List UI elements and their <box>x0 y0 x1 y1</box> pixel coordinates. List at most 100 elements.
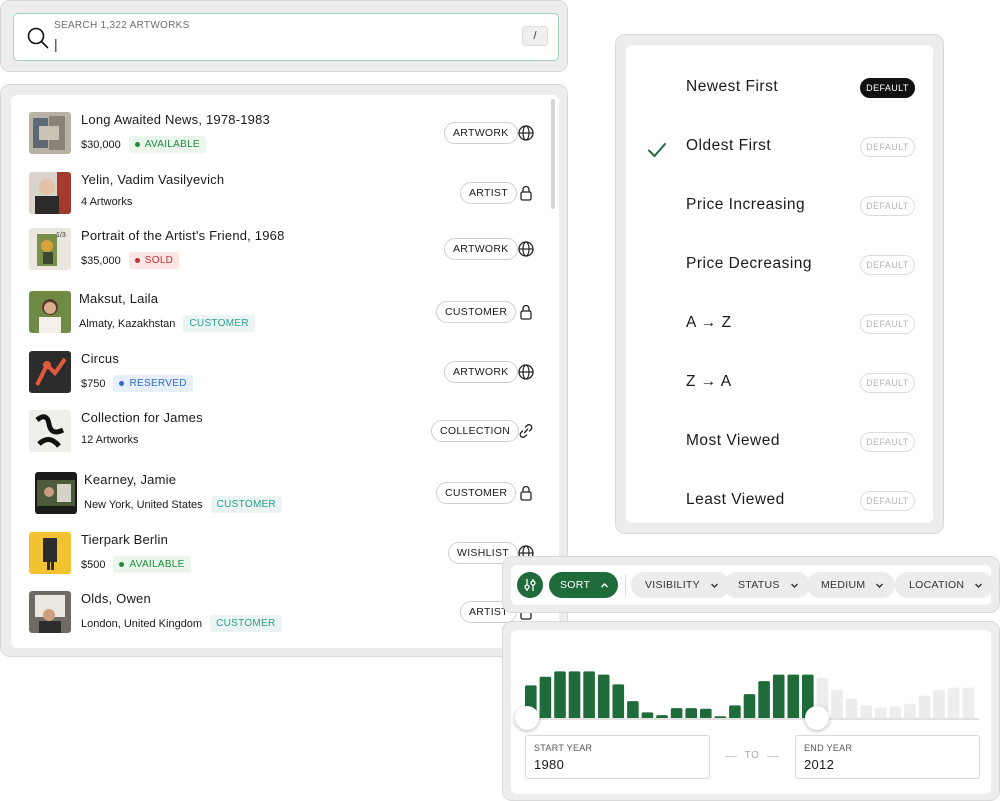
list-item[interactable]: Long Awaited News, 1978-1983 $30,000 AVA… <box>11 106 541 160</box>
end-year-handle[interactable] <box>804 706 829 730</box>
scrollbar-thumb[interactable] <box>551 99 555 209</box>
list-item[interactable]: Collection for James 12 Artworks COLLECT… <box>11 404 541 458</box>
chevron-down-icon <box>975 583 983 588</box>
type-badge: ARTWORK <box>444 361 518 383</box>
list-item[interactable]: Yelin, Vadim Vasilyevich 4 Artworks ARTI… <box>11 166 541 220</box>
search-shortcut-key: / <box>522 26 548 46</box>
default-badge[interactable]: DEFAULT <box>860 373 915 393</box>
default-badge[interactable]: DEFAULT <box>860 78 915 98</box>
sort-menu: Newest First DEFAULT Oldest First DEFAUL… <box>626 45 933 523</box>
list-item[interactable]: Kearney, Jamie New York, United States C… <box>11 466 541 520</box>
sort-option-newest-first[interactable]: Newest First DEFAULT <box>626 65 933 124</box>
filters-toggle-button[interactable] <box>517 572 543 598</box>
histogram-bar <box>568 671 581 720</box>
sort-option-a-to-z[interactable]: A → Z DEFAULT <box>626 301 933 360</box>
filter-bar: SORT VISIBILITY STATUS MEDIUM LOCATION <box>511 565 995 605</box>
status-badge: AVAILABLE <box>113 556 191 573</box>
list-item[interactable]: Maksut, Laila Almaty, Kazakhstan CUSTOME… <box>11 285 541 339</box>
type-badge: ARTWORK <box>444 122 518 144</box>
item-location: Almaty, Kazakhstan <box>79 317 176 330</box>
item-title: Yelin, Vadim Vasilyevich <box>81 172 225 187</box>
list-item[interactable]: Olds, Owen London, United Kingdom CUSTOM… <box>11 585 541 639</box>
sort-option-label: Price Increasing <box>686 196 806 213</box>
sort-option-label: A → Z <box>686 314 732 331</box>
sort-option-price-increasing[interactable]: Price Increasing DEFAULT <box>626 183 933 242</box>
globe-icon[interactable] <box>517 363 535 381</box>
start-year-value: 1980 <box>534 757 565 772</box>
default-badge[interactable]: DEFAULT <box>860 255 915 275</box>
sort-option-price-decreasing[interactable]: Price Decreasing DEFAULT <box>626 242 933 301</box>
sort-option-most-viewed[interactable]: Most Viewed DEFAULT <box>626 419 933 478</box>
sort-option-label: Newest First <box>686 78 779 95</box>
start-year-field[interactable]: START YEAR 1980 <box>525 735 710 779</box>
start-year-handle[interactable] <box>515 706 539 730</box>
filter-visibility[interactable]: VISIBILITY <box>631 572 730 598</box>
item-price: $35,000 <box>81 254 121 267</box>
histogram-bar <box>962 687 974 720</box>
histogram-bar <box>918 695 931 720</box>
histogram-bar <box>933 690 945 720</box>
results-panel: Long Awaited News, 1978-1983 $30,000 AVA… <box>0 84 568 657</box>
sort-button[interactable]: SORT <box>549 572 618 598</box>
item-subtitle: $750 RESERVED <box>81 375 193 392</box>
search-placeholder: SEARCH 1,322 ARTWORKS <box>54 20 190 31</box>
search-input[interactable]: SEARCH 1,322 ARTWORKS | / <box>13 13 559 61</box>
histogram-bar <box>947 687 960 720</box>
slider-track[interactable] <box>525 718 979 720</box>
histogram-bar <box>758 681 770 720</box>
filter-status[interactable]: STATUS <box>724 572 810 598</box>
default-badge[interactable]: DEFAULT <box>860 491 915 511</box>
globe-icon[interactable] <box>517 240 535 258</box>
item-subtitle: London, United Kingdom CUSTOMER <box>81 615 282 632</box>
default-badge[interactable]: DEFAULT <box>860 196 915 216</box>
sort-option-least-viewed[interactable]: Least Viewed DEFAULT <box>626 478 933 537</box>
default-badge[interactable]: DEFAULT <box>860 137 915 157</box>
item-title: Collection for James <box>81 410 203 425</box>
end-year-field[interactable]: END YEAR 2012 <box>795 735 980 779</box>
sort-option-label: Price Decreasing <box>686 255 813 272</box>
default-badge[interactable]: DEFAULT <box>860 314 915 334</box>
results-list: Long Awaited News, 1978-1983 $30,000 AVA… <box>11 95 559 648</box>
end-year-value: 2012 <box>804 757 835 772</box>
filter-medium[interactable]: MEDIUM <box>807 572 896 598</box>
item-title: Olds, Owen <box>81 591 151 606</box>
list-item[interactable]: Circus $750 RESERVED ARTWORK <box>11 345 541 399</box>
lock-icon[interactable] <box>517 484 535 502</box>
item-price: $500 <box>81 558 106 571</box>
status-badge: CUSTOMER <box>210 615 282 632</box>
histogram-bar <box>554 671 566 720</box>
artwork-count: 4 Artworks <box>81 196 133 208</box>
customer-avatar <box>29 291 71 333</box>
item-title: Portrait of the Artist's Friend, 1968 <box>81 228 285 243</box>
item-location: New York, United States <box>84 498 203 511</box>
type-badge: CUSTOMER <box>436 482 517 504</box>
histogram-bar <box>743 694 756 720</box>
lock-icon[interactable] <box>517 184 535 202</box>
collection-thumbnail <box>29 410 71 452</box>
default-badge[interactable]: DEFAULT <box>860 432 915 452</box>
filter-bar-panel: SORT VISIBILITY STATUS MEDIUM LOCATION <box>502 556 1000 613</box>
item-title: Tierpark Berlin <box>81 532 169 547</box>
status-badge: RESERVED <box>113 375 193 392</box>
search-icon <box>27 27 49 49</box>
filter-location[interactable]: LOCATION <box>895 572 995 598</box>
sort-option-oldest-first[interactable]: Oldest First DEFAULT <box>626 124 933 183</box>
sliders-icon <box>524 579 536 591</box>
search-panel: SEARCH 1,322 ARTWORKS | / <box>0 0 568 72</box>
sort-option-z-to-a[interactable]: Z → A DEFAULT <box>626 360 933 419</box>
link-icon[interactable] <box>517 422 535 440</box>
lock-icon[interactable] <box>517 303 535 321</box>
chevron-up-icon <box>601 582 609 587</box>
type-badge: CUSTOMER <box>436 301 517 323</box>
item-title: Long Awaited News, 1978-1983 <box>81 112 270 127</box>
histogram-bar <box>583 671 595 720</box>
list-item[interactable]: Tierpark Berlin $500 AVAILABLE WISHLIST <box>11 526 541 580</box>
item-subtitle: $30,000 AVAILABLE <box>81 136 206 153</box>
status-badge: CUSTOMER <box>210 496 283 513</box>
list-item[interactable]: 1/3 Portrait of the Artist's Friend, 196… <box>11 222 541 276</box>
globe-icon[interactable] <box>517 124 535 142</box>
item-subtitle: $35,000 SOLD <box>81 252 180 269</box>
item-subtitle: $500 AVAILABLE <box>81 556 191 573</box>
sort-option-label: Oldest First <box>686 137 772 154</box>
sort-option-label: Z → A <box>686 373 732 390</box>
